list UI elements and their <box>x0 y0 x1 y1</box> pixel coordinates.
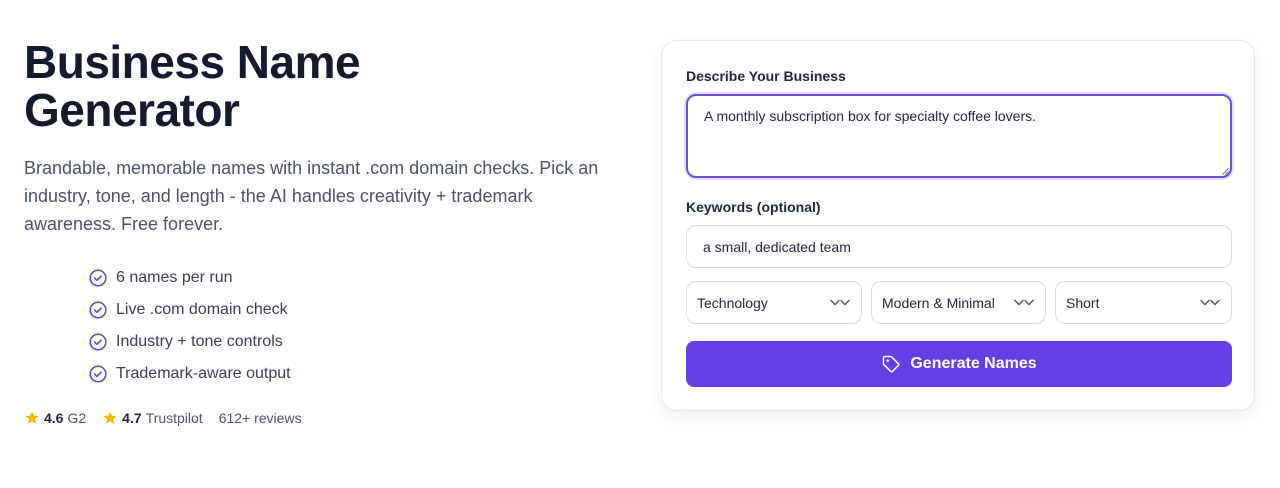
rating-source: G2 <box>67 410 87 426</box>
star-icon <box>25 411 39 424</box>
generate-names-button[interactable]: Generate Names <box>686 341 1232 387</box>
title-line-1: Business Name <box>24 36 361 88</box>
check-circle-icon <box>89 301 107 319</box>
check-circle-icon <box>89 365 107 383</box>
hero-section: Business Name Generator Brandable, memor… <box>24 38 624 426</box>
tag-icon <box>883 355 900 373</box>
resize-grip-icon[interactable] <box>1221 167 1229 175</box>
feature-item: 6 names per run <box>89 262 624 294</box>
reviews-count: 612+ reviews <box>218 410 302 426</box>
length-select[interactable]: Short <box>1055 281 1232 324</box>
feature-label: Trademark-aware output <box>116 365 291 382</box>
star-icon <box>103 411 117 424</box>
hero-subtitle: Brandable, memorable names with instant … <box>24 158 599 234</box>
rating-source: Trustpilot <box>145 410 203 426</box>
rating-score: 4.7 <box>122 410 142 426</box>
feature-label: Live .com domain check <box>116 301 288 318</box>
page: Business Name Generator Brandable, memor… <box>0 0 1280 488</box>
length-select-value: Short <box>1066 294 1100 311</box>
generator-form-card: Describe Your Business A monthly subscri… <box>661 40 1255 411</box>
keywords-input[interactable] <box>686 225 1232 268</box>
feature-item: Live .com domain check <box>89 294 624 326</box>
feature-list: 6 names per run Live .com domain check I… <box>89 262 624 390</box>
chevron-down-icon <box>1200 299 1220 305</box>
check-circle-icon <box>89 333 107 351</box>
rating-trustpilot: 4.7 Trustpilot <box>102 410 203 426</box>
title-line-2: Generator <box>24 84 240 136</box>
feature-item: Trademark-aware output <box>89 358 624 390</box>
generate-button-label: Generate Names <box>910 355 1037 372</box>
check-circle-icon <box>89 269 107 287</box>
tone-select[interactable]: Modern & Minimal <box>871 281 1046 324</box>
chevron-down-icon <box>1014 299 1034 305</box>
industry-select-value: Technology <box>697 294 768 311</box>
rating-score: 4.6 <box>44 410 64 426</box>
chevron-down-icon <box>830 299 850 305</box>
feature-label: 6 names per run <box>116 269 233 286</box>
tone-select-value: Modern & Minimal <box>882 294 995 311</box>
feature-label: Industry + tone controls <box>116 333 283 350</box>
page-title: Business Name Generator <box>24 38 624 134</box>
industry-select[interactable]: Technology <box>686 281 862 324</box>
keywords-label: Keywords (optional) <box>686 199 821 215</box>
feature-item: Industry + tone controls <box>89 326 624 358</box>
description-label: Describe Your Business <box>686 68 846 84</box>
description-textarea[interactable]: A monthly subscription box for specialty… <box>686 94 1232 178</box>
ratings-row: 4.6 G2 4.7 Trustpilot 612+ reviews <box>24 410 624 426</box>
rating-g2: 4.6 G2 <box>24 410 86 426</box>
